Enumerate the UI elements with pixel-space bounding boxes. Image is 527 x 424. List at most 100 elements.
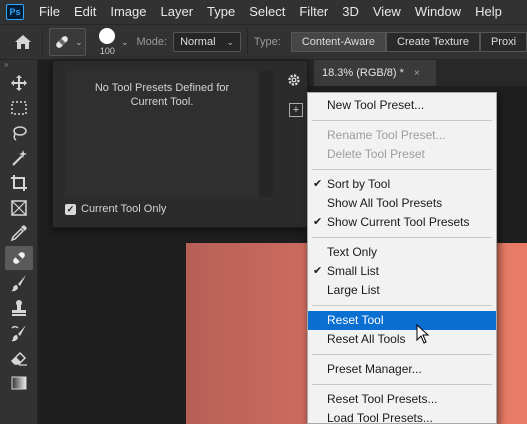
menu-item-label: Reset Tool	[327, 313, 384, 327]
brush-tool[interactable]	[5, 271, 33, 295]
menu-item-label: Large List	[327, 283, 380, 297]
preset-flyout-menu: New Tool Preset... Rename Tool Preset...…	[307, 92, 497, 424]
home-icon	[15, 35, 32, 49]
menu-item-load-tool-presets[interactable]: Load Tool Presets...	[308, 409, 496, 424]
menu-image[interactable]: Image	[103, 0, 153, 24]
marquee-icon	[11, 101, 27, 115]
menu-item-text-only[interactable]: Text Only	[308, 243, 496, 262]
preset-list-scrollbar[interactable]	[259, 71, 273, 197]
menu-item-label: Rename Tool Preset...	[327, 128, 446, 142]
magic-wand-tool[interactable]	[5, 146, 33, 170]
menu-item-label: Delete Tool Preset	[327, 147, 425, 161]
move-icon	[11, 75, 27, 91]
magic-wand-icon	[12, 150, 27, 166]
current-tool-only-label: Current Tool Only	[81, 203, 167, 215]
menu-layer[interactable]: Layer	[154, 0, 201, 24]
photoshop-logo: Ps	[6, 4, 24, 20]
chevron-down-icon: ⌄	[226, 36, 235, 47]
healing-brush-tool[interactable]	[5, 246, 33, 270]
panel-collapse-icon[interactable]: »	[0, 60, 37, 70]
menu-item-show-current-tool-presets[interactable]: ✔ Show Current Tool Presets	[308, 213, 496, 232]
menu-separator	[312, 305, 492, 306]
menu-file[interactable]: File	[32, 0, 67, 24]
gear-icon	[288, 74, 300, 86]
lasso-tool[interactable]	[5, 121, 33, 145]
photoshop-window: Ps File Edit Image Layer Type Select Fil…	[0, 0, 527, 424]
clone-stamp-tool[interactable]	[5, 296, 33, 320]
menu-item-preset-manager[interactable]: Preset Manager...	[308, 360, 496, 379]
document-tab-bar: 18.3% (RGB/8) * ×	[308, 60, 527, 86]
checkmark-icon: ✔	[313, 216, 323, 228]
menu-help[interactable]: Help	[468, 0, 509, 24]
type-option-content-aware[interactable]: Content-Aware	[290, 32, 386, 52]
mode-select[interactable]: Normal ⌄	[173, 32, 242, 52]
gradient-icon	[11, 376, 27, 390]
menu-item-label: New Tool Preset...	[327, 98, 425, 112]
menu-item-sort-by-tool[interactable]: ✔ Sort by Tool	[308, 175, 496, 194]
crop-tool[interactable]	[5, 171, 33, 195]
frame-tool[interactable]	[5, 196, 33, 220]
menu-window[interactable]: Window	[408, 0, 468, 24]
empty-preset-message: No Tool Presets Defined for Current Tool…	[94, 82, 230, 108]
menu-separator	[312, 354, 492, 355]
menu-view[interactable]: View	[366, 0, 408, 24]
checkmark-icon: ✔	[313, 178, 323, 190]
chevron-down-icon: ⌄	[75, 36, 83, 47]
crop-icon	[11, 175, 27, 191]
move-tool[interactable]	[5, 71, 33, 95]
close-icon[interactable]: ×	[414, 68, 420, 79]
menu-item-label: Reset Tool Presets...	[327, 392, 438, 406]
menu-select[interactable]: Select	[242, 0, 292, 24]
menu-item-rename-tool-preset[interactable]: Rename Tool Preset...	[308, 126, 496, 145]
current-tool-only-checkbox[interactable]: ✓	[65, 203, 76, 215]
eraser-icon	[10, 351, 27, 366]
preset-list[interactable]: No Tool Presets Defined for Current Tool…	[65, 71, 259, 197]
marquee-tool[interactable]	[5, 96, 33, 120]
brush-size-value: 100	[99, 46, 115, 56]
menu-item-delete-tool-preset[interactable]: Delete Tool Preset	[308, 145, 496, 164]
menu-item-label: Show All Tool Presets	[327, 196, 443, 210]
menu-item-show-all-tool-presets[interactable]: Show All Tool Presets	[308, 194, 496, 213]
menu-separator	[312, 384, 492, 385]
menu-item-reset-tool-presets[interactable]: Reset Tool Presets...	[308, 390, 496, 409]
menu-item-reset-all-tools[interactable]: Reset All Tools	[308, 330, 496, 349]
menu-item-reset-tool[interactable]: Reset Tool	[308, 311, 496, 330]
current-tool-only-option[interactable]: ✓ Current Tool Only	[65, 203, 166, 215]
eyedropper-tool[interactable]	[5, 221, 33, 245]
brush-tip-preview	[99, 28, 116, 44]
menu-item-label: Load Tool Presets...	[327, 411, 433, 424]
menu-item-new-tool-preset[interactable]: New Tool Preset...	[308, 96, 496, 115]
type-segmented-control: Content-Aware Create Texture Proxi	[290, 32, 527, 52]
menu-3d[interactable]: 3D	[335, 0, 366, 24]
history-brush-icon	[11, 325, 26, 342]
menu-item-large-list[interactable]: Large List	[308, 281, 496, 300]
plus-icon: +	[292, 104, 300, 116]
type-option-create-texture[interactable]: Create Texture	[386, 32, 480, 52]
mode-value: Normal	[180, 36, 216, 48]
gradient-tool[interactable]	[5, 371, 33, 395]
menu-item-label: Sort by Tool	[327, 177, 391, 191]
brush-icon	[11, 275, 26, 292]
separator	[42, 29, 43, 55]
menu-separator	[312, 237, 492, 238]
home-button[interactable]	[10, 27, 36, 57]
brush-picker[interactable]: 100	[98, 28, 117, 56]
menu-type[interactable]: Type	[200, 0, 242, 24]
menu-item-small-list[interactable]: ✔ Small List	[308, 262, 496, 281]
frame-icon	[11, 200, 27, 216]
menu-bar: Ps File Edit Image Layer Type Select Fil…	[0, 0, 527, 24]
mode-label: Mode:	[136, 36, 168, 48]
type-label: Type:	[253, 36, 281, 48]
document-tab[interactable]: 18.3% (RGB/8) * ×	[314, 60, 436, 86]
menu-filter[interactable]: Filter	[292, 0, 335, 24]
eraser-tool[interactable]	[5, 346, 33, 370]
history-brush-tool[interactable]	[5, 321, 33, 345]
chevron-down-icon[interactable]: ⌄	[121, 37, 129, 48]
mouse-pointer-icon	[416, 324, 430, 344]
new-preset-button[interactable]: +	[289, 103, 303, 117]
options-bar: ⌄ 100 ⌄ Mode: Normal ⌄ Type: Content-Awa…	[0, 24, 527, 60]
tool-preset-picker[interactable]: ⌄	[48, 28, 86, 56]
type-option-proximity[interactable]: Proxi	[479, 32, 527, 52]
menu-edit[interactable]: Edit	[67, 0, 103, 24]
preset-settings-button[interactable]	[285, 71, 303, 89]
